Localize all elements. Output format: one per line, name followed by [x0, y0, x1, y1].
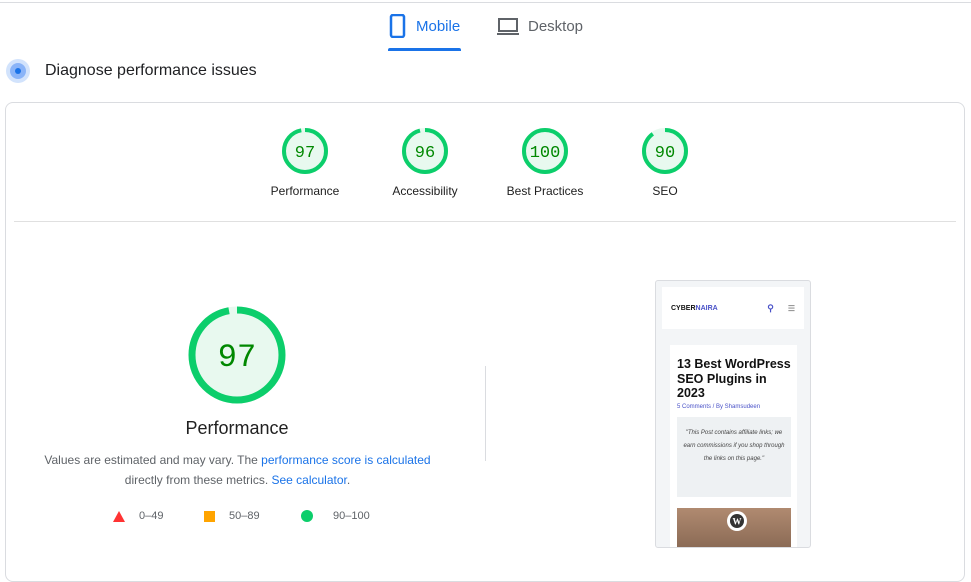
circle-icon: [301, 510, 313, 522]
diagnose-heading: Diagnose performance issues: [5, 58, 257, 84]
legend-pass: 90–100: [301, 510, 370, 522]
active-tab-indicator: [388, 48, 461, 51]
gauge-score: 100: [530, 144, 561, 163]
section-title: Diagnose performance issues: [45, 62, 257, 79]
tab-desktop[interactable]: Desktop: [496, 14, 583, 50]
gauge-score: 97: [218, 339, 256, 376]
desc-end: .: [346, 473, 351, 487]
site-header: CYBER NAIRA ⚲ ☰: [662, 287, 804, 329]
gauge-score: 90: [655, 144, 675, 163]
article-preview: 13 Best WordPress SEO Plugins in 2023 5 …: [670, 345, 797, 547]
mobile-icon: [389, 14, 406, 38]
gauge-label: SEO: [652, 184, 678, 198]
square-icon: [204, 510, 215, 522]
top-divider: [0, 2, 971, 3]
performance-title: Performance: [185, 418, 289, 438]
diagnose-icon: [6, 59, 30, 83]
gauges-divider: [14, 221, 956, 222]
gauge-score: 97: [295, 144, 315, 163]
gauge-score: 96: [415, 144, 435, 163]
performance-description: Values are estimated and may vary. The p…: [30, 450, 445, 490]
triangle-icon: [113, 510, 125, 522]
page-screenshot-thumbnail: CYBER NAIRA ⚲ ☰ 13 Best WordPress SEO Plu…: [655, 280, 811, 548]
gauge-seo[interactable]: 90 SEO: [615, 126, 715, 198]
tab-desktop-label: Desktop: [528, 18, 584, 35]
desktop-icon: [497, 18, 519, 35]
desc-text-2: directly from these metrics.: [124, 473, 272, 487]
see-calculator-link[interactable]: See calculator: [271, 473, 346, 487]
gauge-performance[interactable]: 97 Performance: [255, 126, 355, 198]
article-title: 13 Best WordPress SEO Plugins in 2023: [677, 357, 791, 400]
affiliate-notice: "This Post contains affiliate links; we …: [677, 416, 791, 497]
brand-part2: NAIRA: [695, 304, 718, 312]
gauge-label: Best Practices: [506, 184, 584, 198]
article-meta: 5 Comments / By Shamsudeen: [677, 403, 761, 410]
svg-text:W: W: [733, 516, 742, 526]
gauge-accessibility[interactable]: 96 Accessibility: [375, 126, 475, 198]
gauge-best-practices[interactable]: 100 Best Practices: [495, 126, 595, 198]
performance-gauge-large: 97: [187, 305, 287, 410]
menu-icon: ☰: [787, 303, 795, 313]
score-calculated-link[interactable]: performance score is calculated: [261, 453, 430, 467]
article-image: W: [677, 507, 791, 547]
legend-label: 90–100: [333, 510, 370, 522]
brand-part1: CYBER: [671, 304, 696, 312]
tab-mobile-label: Mobile: [416, 18, 461, 35]
tab-mobile[interactable]: Mobile: [388, 14, 461, 51]
wordpress-logo-icon: W: [727, 510, 747, 531]
legend-label: 50–89: [229, 510, 260, 522]
search-icon: ⚲: [767, 302, 774, 313]
legend-fail: 0–49: [113, 510, 163, 522]
gauge-label: Accessibility: [392, 184, 458, 198]
legend-average: 50–89: [204, 510, 260, 522]
legend-label: 0–49: [139, 510, 164, 522]
desc-text: Values are estimated and may vary. The: [44, 453, 262, 467]
gauge-label: Performance: [270, 184, 340, 198]
vertical-divider: [485, 366, 486, 461]
